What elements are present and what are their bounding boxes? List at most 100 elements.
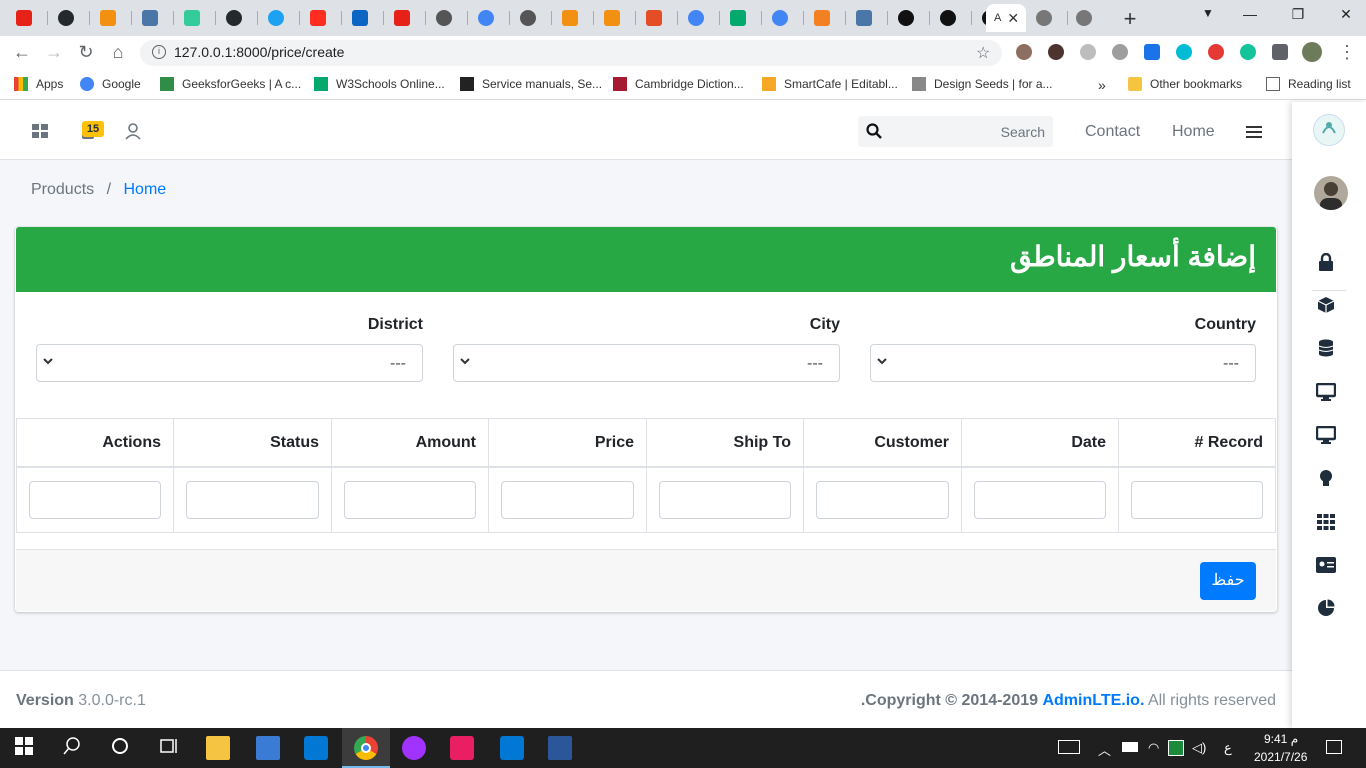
desktop-icon[interactable] — [1314, 380, 1338, 404]
city-select[interactable]: --- — [453, 344, 840, 382]
vscode-icon[interactable] — [304, 736, 328, 760]
bookmark-design-seeds[interactable]: Design Seeds | for a... — [912, 77, 1053, 91]
nav-link-home[interactable]: Home — [1172, 123, 1215, 141]
close-tab-icon[interactable]: ✕ — [1007, 10, 1019, 27]
tab[interactable] — [260, 4, 300, 32]
home-icon[interactable]: ⌂ — [106, 42, 130, 64]
tab[interactable] — [848, 4, 888, 32]
amount-input[interactable] — [344, 481, 476, 519]
price-input[interactable] — [501, 481, 634, 519]
keyboard-icon[interactable] — [1058, 740, 1080, 754]
country-select[interactable]: --- — [870, 344, 1256, 382]
reading-list[interactable]: Reading list — [1266, 77, 1351, 91]
hamburger-menu-icon[interactable] — [1246, 125, 1262, 138]
extension-icon[interactable] — [1112, 44, 1128, 60]
tab-active[interactable]: A ✕ — [986, 4, 1026, 32]
maximize-button[interactable]: ❐ — [1286, 6, 1310, 23]
lightbulb-icon[interactable] — [1314, 467, 1338, 491]
tab[interactable] — [92, 4, 132, 32]
status-input[interactable] — [186, 481, 319, 519]
tab[interactable] — [386, 4, 426, 32]
lock-icon[interactable] — [1314, 250, 1338, 274]
battery-icon[interactable] — [1122, 742, 1138, 752]
tab[interactable] — [134, 4, 174, 32]
tray-app-icon[interactable] — [1168, 740, 1184, 756]
tab[interactable] — [428, 4, 468, 32]
bookmark-service-manuals[interactable]: Service manuals, Se... — [460, 77, 602, 91]
ship-to-input[interactable] — [659, 481, 791, 519]
bookmark-cambridge[interactable]: Cambridge Diction... — [613, 77, 744, 91]
wifi-icon[interactable]: ◠ — [1148, 740, 1159, 756]
database-icon[interactable] — [1314, 336, 1338, 360]
volume-icon[interactable]: ◁) — [1192, 740, 1206, 756]
tab[interactable] — [722, 4, 762, 32]
windows-start-icon[interactable] — [14, 736, 38, 760]
tab[interactable] — [8, 4, 48, 32]
notifications-icon[interactable] — [1326, 740, 1342, 754]
task-view-icon[interactable] — [158, 736, 182, 760]
minimize-button[interactable]: — — [1238, 6, 1262, 22]
close-window-button[interactable]: ✕ — [1334, 6, 1358, 23]
bookmark-google[interactable]: Google — [80, 77, 141, 91]
bookmark-other[interactable]: Other bookmarks — [1128, 77, 1242, 91]
extension-icon[interactable] — [1080, 44, 1096, 60]
browser-menu-icon[interactable]: ⋮ — [1338, 42, 1356, 63]
tab[interactable] — [344, 4, 384, 32]
extensions-puzzle-icon[interactable] — [1272, 44, 1288, 60]
app-icon[interactable] — [450, 736, 474, 760]
bookmark-geeksforgeeks[interactable]: GeeksforGeeks | A c... — [160, 77, 301, 91]
grid-icon[interactable] — [32, 124, 48, 138]
reload-icon[interactable]: ↻ — [74, 42, 98, 64]
chrome-taskbar-button[interactable] — [342, 728, 390, 768]
tab[interactable] — [302, 4, 342, 32]
cortana-icon[interactable] — [110, 736, 134, 760]
tab[interactable] — [1028, 4, 1068, 32]
box-icon[interactable] — [1314, 293, 1338, 317]
tab[interactable] — [890, 4, 930, 32]
district-select[interactable]: --- — [36, 344, 423, 382]
bookmark-apps[interactable]: Apps — [14, 77, 63, 91]
messenger-icon[interactable] — [402, 736, 426, 760]
tab[interactable] — [1068, 4, 1108, 32]
vscode-icon[interactable] — [500, 736, 524, 760]
forward-icon[interactable]: → — [42, 42, 66, 64]
grammarly-icon[interactable] — [1240, 44, 1256, 60]
save-button[interactable]: حفظ — [1200, 562, 1256, 600]
show-hidden-icons[interactable]: ︿ — [1098, 740, 1111, 759]
more-bookmarks-button[interactable]: » — [1098, 77, 1106, 93]
user-icon[interactable] — [124, 122, 142, 140]
clock-time[interactable]: 9:41 م — [1264, 732, 1298, 746]
adminlte-link[interactable]: AdminLTE.io. — [1042, 692, 1144, 709]
clock-date[interactable]: 2021/7/26 — [1254, 750, 1307, 764]
bookmark-smartcafe[interactable]: SmartCafe | Editabl... — [762, 77, 898, 91]
tab[interactable] — [932, 4, 972, 32]
nav-link-contact[interactable]: Contact — [1085, 123, 1140, 141]
grid-icon[interactable] — [1314, 510, 1338, 534]
extension-icon[interactable] — [1016, 44, 1032, 60]
record-input[interactable] — [1131, 481, 1263, 519]
tab[interactable] — [764, 4, 804, 32]
search-icon[interactable] — [62, 736, 86, 760]
extension-icon[interactable] — [1144, 44, 1160, 60]
profile-avatar[interactable] — [1302, 42, 1322, 62]
app-icon[interactable] — [256, 736, 280, 760]
bookmark-w3schools[interactable]: W3Schools Online... — [314, 77, 445, 91]
brand-logo[interactable] — [1313, 114, 1345, 146]
tab[interactable] — [512, 4, 552, 32]
tab[interactable] — [596, 4, 636, 32]
navbar-search[interactable]: Search — [858, 116, 1053, 147]
breadcrumb-item-home[interactable]: Home — [124, 181, 167, 198]
extension-icon[interactable] — [1176, 44, 1192, 60]
tab-search-icon[interactable]: ▼ — [1196, 6, 1220, 20]
breadcrumb-item-products[interactable]: Products — [31, 181, 94, 198]
bookmark-star-icon[interactable]: ☆ — [976, 43, 990, 63]
file-explorer-icon[interactable] — [206, 736, 230, 760]
tab[interactable] — [218, 4, 258, 32]
tab[interactable] — [806, 4, 846, 32]
actions-input[interactable] — [29, 481, 161, 519]
extension-icon[interactable] — [1208, 44, 1224, 60]
tab[interactable] — [50, 4, 90, 32]
language-indicator[interactable]: ع — [1224, 740, 1232, 756]
desktop-icon[interactable] — [1314, 423, 1338, 447]
back-icon[interactable]: ← — [10, 42, 34, 64]
